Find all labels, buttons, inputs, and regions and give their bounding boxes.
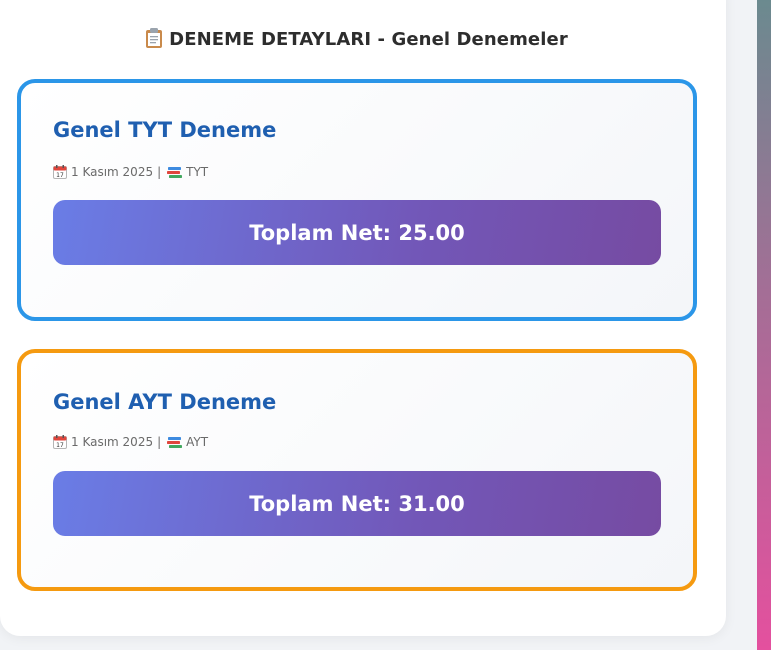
calendar-icon: 17 [53,435,67,449]
books-icon [167,436,183,449]
side-gradient-strip [757,0,771,650]
exam-card-ayt[interactable]: Genel AYT Deneme 17 1 Kasım 2025 | AYT T… [17,349,697,591]
exam-type: AYT [186,435,209,449]
exam-meta: 17 1 Kasım 2025 | TYT [53,165,208,179]
exam-type: TYT [186,165,209,179]
section-header: DENEME DETAYLARI - Genel Denemeler [0,27,713,50]
exam-date: 1 Kasım 2025 [71,165,154,179]
svg-text:17: 17 [56,442,64,449]
meta-separator: | [157,165,162,179]
exam-card-tyt[interactable]: Genel TYT Deneme 17 1 Kasım 2025 | TYT T… [17,79,697,321]
clipboard-icon [145,27,163,49]
exam-meta: 17 1 Kasım 2025 | AYT [53,435,208,449]
section-title: DENEME DETAYLARI - Genel Denemeler [169,29,568,50]
calendar-icon: 17 [53,165,67,179]
books-icon [167,166,183,179]
meta-separator: | [157,435,162,449]
exam-date: 1 Kasım 2025 [71,435,154,449]
exam-title: Genel TYT Deneme [53,118,277,142]
svg-text:17: 17 [56,172,64,179]
total-net-banner: Toplam Net: 31.00 [53,471,661,536]
exam-title: Genel AYT Deneme [53,390,277,414]
total-net-banner: Toplam Net: 25.00 [53,200,661,265]
